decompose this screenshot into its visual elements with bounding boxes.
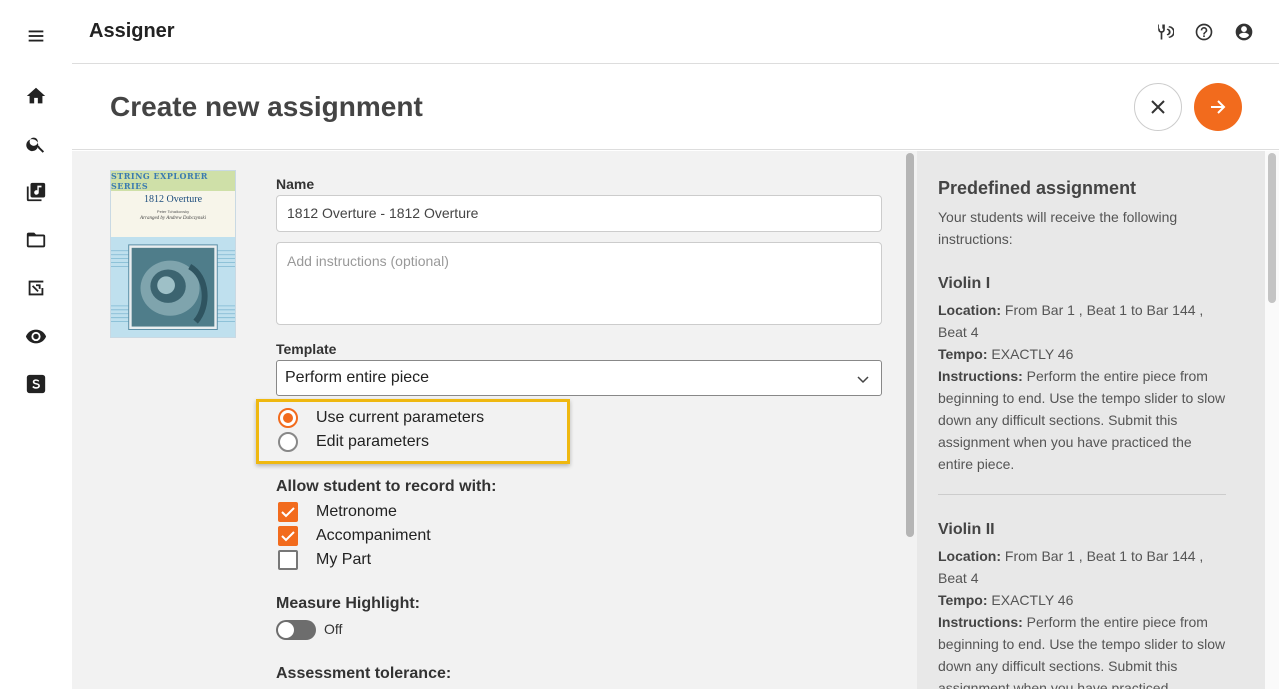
- part-tempo: EXACTLY 46: [991, 592, 1074, 608]
- edit-parameters-radio[interactable]: [278, 432, 298, 452]
- predefined-assignment-title: Predefined assignment: [938, 178, 1137, 198]
- part-tempo: EXACTLY 46: [991, 346, 1074, 362]
- cover-series: STRING EXPLORER SERIES: [111, 171, 235, 191]
- use-current-parameters-label: Use current parameters: [316, 409, 485, 426]
- eye-icon[interactable]: [22, 322, 50, 350]
- accompaniment-checkbox[interactable]: [278, 526, 298, 546]
- assignments-icon[interactable]: [22, 274, 50, 302]
- template-select[interactable]: Perform entire piece: [276, 360, 882, 396]
- metronome-label: Metronome: [316, 503, 397, 520]
- template-select-value: Perform entire piece: [285, 369, 430, 386]
- part-violin-1: Violin I Location: From Bar 1 , Beat 1 t…: [938, 273, 1230, 475]
- tuner-icon[interactable]: [1153, 21, 1175, 43]
- smartmusic-logo-icon[interactable]: [22, 370, 50, 398]
- part-name: Violin II: [938, 521, 995, 538]
- predefined-assignment-intro: Your students will receive the following…: [938, 209, 1178, 247]
- check-icon: [281, 531, 295, 542]
- check-icon: [281, 507, 295, 518]
- name-input[interactable]: 1812 Overture - 1812 Overture: [276, 195, 882, 232]
- search-icon[interactable]: [22, 130, 50, 158]
- measure-highlight-state: Off: [324, 621, 343, 637]
- folder-icon[interactable]: [22, 226, 50, 254]
- menu-icon[interactable]: [22, 22, 50, 50]
- next-button[interactable]: [1194, 83, 1242, 131]
- violin-scroll-illustration: [111, 237, 235, 337]
- assignment-form: STRING EXPLORER SERIES 1812 Overture Pet…: [72, 151, 903, 689]
- account-icon[interactable]: [1233, 21, 1255, 43]
- my-part-label: My Part: [316, 551, 372, 568]
- template-label: Template: [276, 341, 337, 357]
- measure-highlight-label: Measure Highlight:: [276, 595, 421, 612]
- close-icon: [1151, 100, 1165, 114]
- cover-arranger: Arranged by Andrew Dabczynski: [140, 216, 206, 221]
- home-icon[interactable]: [22, 82, 50, 110]
- help-icon[interactable]: [1193, 21, 1215, 43]
- arrow-right-icon: [1211, 100, 1226, 114]
- accompaniment-label: Accompaniment: [316, 527, 431, 544]
- metronome-option[interactable]: Metronome: [278, 502, 397, 522]
- accompaniment-option[interactable]: Accompaniment: [278, 526, 431, 546]
- close-button[interactable]: [1134, 83, 1182, 131]
- part-name: Violin I: [938, 275, 991, 292]
- piece-cover-image: STRING EXPLORER SERIES 1812 Overture Pet…: [110, 170, 236, 338]
- edit-parameters-option[interactable]: Edit parameters: [278, 432, 429, 452]
- my-part-checkbox[interactable]: [278, 550, 298, 570]
- page-title: Create new assignment: [110, 91, 423, 122]
- my-part-option[interactable]: My Part: [278, 550, 371, 570]
- measure-highlight-toggle[interactable]: [276, 620, 316, 640]
- panel-scrollbar[interactable]: [1265, 151, 1279, 689]
- record-with-label: Allow student to record with:: [276, 478, 497, 495]
- top-bar: Assigner: [72, 0, 1279, 64]
- predefined-assignment-panel: Predefined assignment Your students will…: [917, 151, 1265, 689]
- divider: [938, 494, 1226, 495]
- metronome-checkbox[interactable]: [278, 502, 298, 522]
- app-title: Assigner: [89, 20, 175, 42]
- cover-composer: Peter Tchaikovsky: [156, 209, 190, 214]
- name-label: Name: [276, 176, 315, 192]
- use-current-parameters-radio[interactable]: [278, 408, 298, 428]
- chevron-down-icon: [857, 376, 869, 384]
- assessment-tolerance-label: Assessment tolerance:: [276, 665, 452, 682]
- music-library-icon[interactable]: [22, 178, 50, 206]
- part-violin-2: Violin II Location: From Bar 1 , Beat 1 …: [938, 519, 1230, 689]
- page-header: Create new assignment: [72, 65, 1279, 150]
- form-scrollbar[interactable]: [903, 151, 917, 689]
- instructions-textarea[interactable]: Add instructions (optional): [276, 242, 882, 325]
- edit-parameters-label: Edit parameters: [316, 433, 429, 450]
- cover-title: 1812 Overture: [143, 194, 203, 205]
- left-nav-rail: [0, 0, 72, 689]
- use-current-parameters-option[interactable]: Use current parameters: [278, 408, 484, 428]
